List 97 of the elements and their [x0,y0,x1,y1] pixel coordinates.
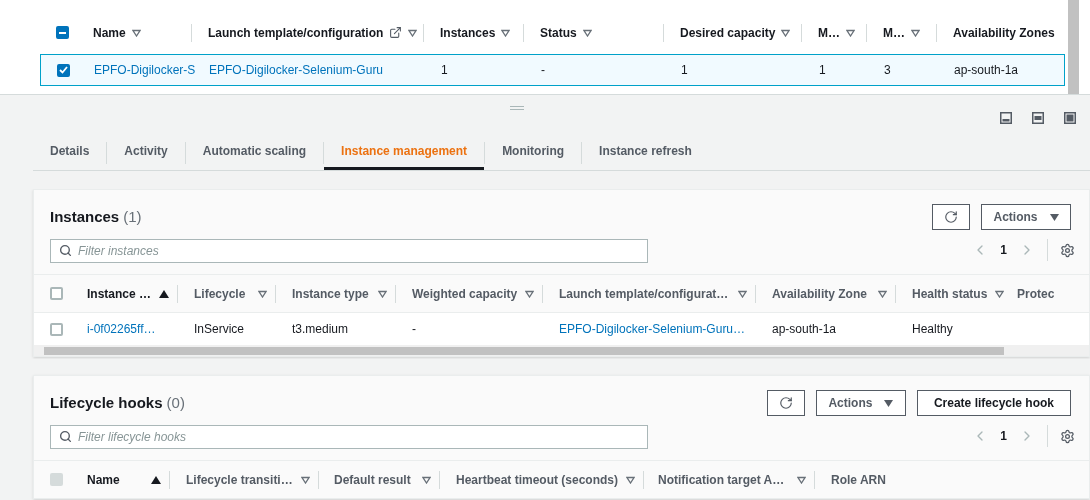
table-link[interactable]: i-0f02265ff… [87,320,156,338]
page-number[interactable]: 1 [1000,241,1007,259]
actions-button[interactable]: Actions [815,390,906,416]
checkbox[interactable] [50,287,63,300]
split-view-icon[interactable] [1032,112,1044,124]
column-header[interactable]: M… [883,23,905,42]
item-count: (1) [123,206,142,227]
table-cell-text: Healthy [912,321,953,338]
sort-icon[interactable] [911,28,920,37]
column-header[interactable]: Status [540,23,577,42]
column-header[interactable]: Weighted capacity [412,284,518,303]
refresh-icon [778,396,793,410]
column-header[interactable]: M… [818,23,840,42]
table-cell-text: 1 [441,62,448,79]
panel-title: Instances [50,206,120,227]
table-link[interactable]: EPFO-Digilocker-Selenium-Guru [209,61,384,79]
column-header[interactable]: Instances [440,23,496,42]
column-header[interactable]: Desired capacity [680,23,776,42]
table-cell-text: ap-south-1a [954,62,1019,79]
column-header[interactable]: Name [87,470,120,489]
sort-icon[interactable] [422,475,431,484]
caret-icon [1049,213,1059,221]
sort-icon[interactable] [378,289,387,298]
table-cell-text: - [412,321,416,338]
search-icon [59,429,72,443]
column-header[interactable]: Availability Zones [953,23,1055,42]
table-row[interactable]: EPFO-Digilocker-S EPFO-Digilocker-Selenium-Guru 1 - 1 1 3 ap-south-1a [40,54,1065,86]
table-link[interactable]: EPFO-Digilocker-Selenium-Guru… [559,320,746,338]
horizontal-scrollbar[interactable] [34,345,1089,356]
column-header[interactable]: Name [93,23,126,42]
column-header[interactable]: Instance … [87,284,152,303]
page-number[interactable]: 1 [1000,427,1007,445]
table-cell-text: 1 [819,62,826,79]
tab[interactable]: Automatic scaling [185,135,324,170]
table-cell-text: 1 [681,62,688,79]
tab[interactable]: Activity [107,135,185,170]
column-header[interactable]: Lifecycle [194,284,246,303]
tab[interactable]: Details [33,135,107,170]
sort-icon[interactable] [626,475,636,484]
sort-icon[interactable] [300,475,310,484]
table-link[interactable]: EPFO-Digilocker-S [94,61,196,79]
checkbox[interactable] [57,63,70,77]
caret-icon [884,399,894,407]
sort-icon[interactable] [525,289,535,298]
sort-icon[interactable] [131,28,141,37]
checkmark-icon [59,66,68,74]
column-header[interactable]: Role ARN [831,470,886,489]
column-header[interactable]: Launch template/configurat… [559,284,729,303]
column-header[interactable]: Heartbeat timeout (seconds) [456,470,619,489]
column-header[interactable]: Launch template/configuration [208,23,384,42]
sort-icon[interactable] [738,289,747,298]
panel-title: Lifecycle hooks [50,392,163,413]
checkbox[interactable] [50,322,63,336]
column-header[interactable]: Availability Zone [772,284,867,303]
table-row[interactable]: i-0f02265ff… InService t3.medium - EPFO-Digilocker-Selenium-Guru… ap-south-1a Healthy [34,312,1089,345]
column-header[interactable]: Lifecycle transiti… [186,470,293,489]
sort-icon[interactable] [995,289,1005,298]
filter-field[interactable]: Filter lifecycle hooks [50,425,648,449]
actions-button[interactable]: Actions [981,204,1071,230]
filter-field[interactable]: Filter instances [50,239,648,263]
sort-icon[interactable] [797,475,806,484]
settings-icon[interactable] [1060,242,1075,258]
column-header[interactable]: Protec [1017,284,1055,303]
sort-icon[interactable] [878,289,887,298]
column-header[interactable]: Health status [912,284,988,303]
sort-icon[interactable] [582,28,592,37]
column-header[interactable]: Instance type [292,284,369,303]
split-view-icon[interactable] [1064,112,1076,124]
table-cell-text: InService [194,321,245,338]
refresh-button[interactable] [932,204,970,230]
item-count: (0) [166,392,185,413]
split-view-icon[interactable] [1000,112,1012,124]
sort-icon[interactable] [408,28,418,37]
search-icon [59,243,72,257]
refresh-button[interactable] [766,390,805,416]
resize-handle[interactable] [510,106,524,110]
column-header[interactable]: Default result [334,470,411,489]
column-header[interactable]: Notification target A… [658,470,785,489]
sort-icon[interactable] [501,28,511,37]
table-cell-text: t3.medium [292,321,349,338]
tab[interactable]: Monitoring [485,135,582,170]
minus-icon [59,31,66,34]
create-button[interactable]: Create lifecycle hook [916,390,1071,416]
sort-icon[interactable] [846,28,855,37]
table-cell-text: - [541,62,545,79]
checkbox[interactable] [56,26,69,39]
sort-ascending-icon[interactable] [159,289,170,298]
table-cell-text: ap-south-1a [772,321,837,338]
scrollbar[interactable] [1068,0,1079,94]
external-link-icon[interactable] [389,26,403,39]
sort-ascending-icon[interactable] [151,475,161,484]
table-cell-text: 3 [884,62,891,79]
sort-icon[interactable] [258,289,267,298]
settings-icon[interactable] [1060,428,1075,444]
refresh-icon [944,210,958,224]
sort-icon[interactable] [781,28,791,37]
tab[interactable]: Instance refresh [582,135,709,170]
